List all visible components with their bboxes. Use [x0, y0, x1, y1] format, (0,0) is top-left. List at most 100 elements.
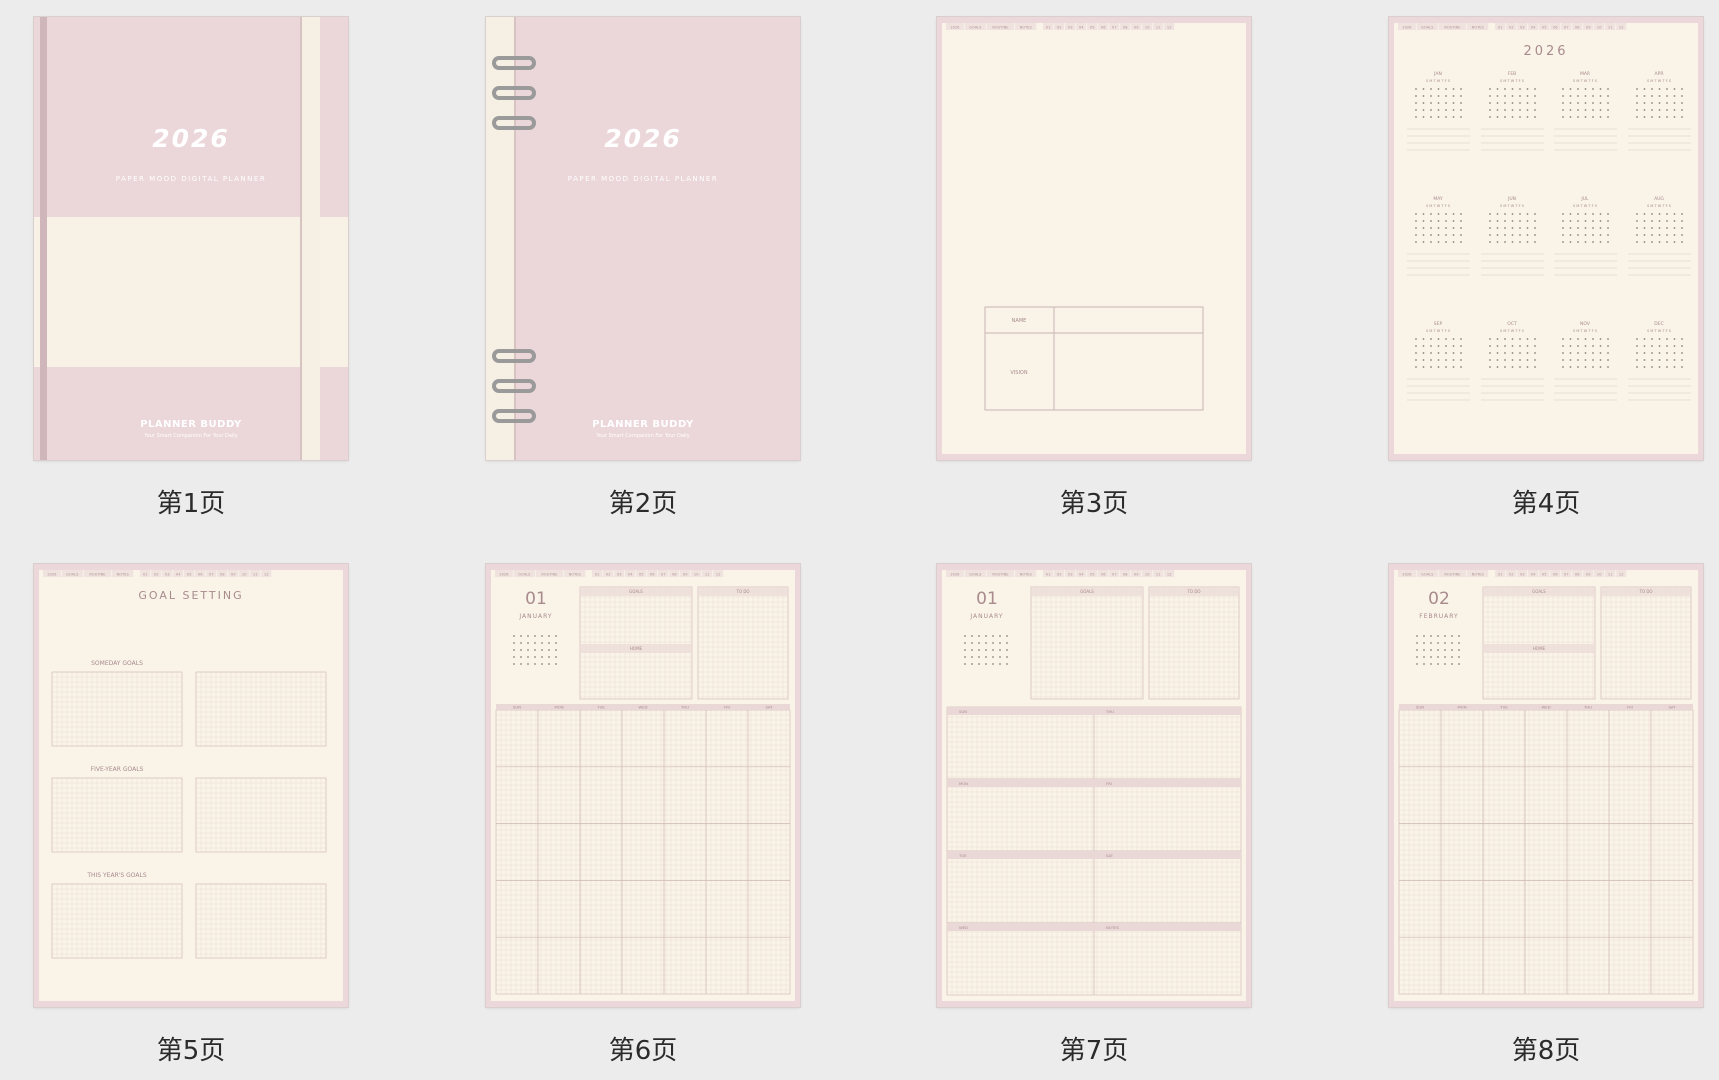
tab-10[interactable]: 10	[1594, 23, 1605, 30]
tab-01[interactable]: 01	[140, 570, 151, 577]
tab-2026[interactable]: 2026	[1398, 570, 1416, 577]
tab-05[interactable]: 05	[1087, 23, 1098, 30]
tab-09[interactable]: 09	[680, 570, 691, 577]
tab-07[interactable]: 07	[1109, 570, 1120, 577]
tab-02[interactable]: 02	[1054, 570, 1065, 577]
tab-10[interactable]: 10	[239, 570, 250, 577]
tab-11[interactable]: 11	[702, 570, 713, 577]
tab-12[interactable]: 12	[1164, 23, 1175, 30]
tab-goals[interactable]: GOALS	[61, 570, 83, 577]
tab-06[interactable]: 06	[1550, 570, 1561, 577]
tab-10[interactable]: 10	[1594, 570, 1605, 577]
tab-08[interactable]: 08	[669, 570, 680, 577]
tab-05[interactable]: 05	[636, 570, 647, 577]
tab-12[interactable]: 12	[713, 570, 724, 577]
tab-01[interactable]: 01	[1043, 570, 1054, 577]
tab-notes[interactable]: NOTES	[564, 570, 586, 577]
tab-11[interactable]: 11	[250, 570, 261, 577]
tab-routine[interactable]: ROUTINE	[986, 570, 1015, 577]
tab-2026[interactable]: 2026	[43, 570, 61, 577]
tab-01[interactable]: 01	[1043, 23, 1054, 30]
tab-notes[interactable]: NOTES	[1467, 23, 1489, 30]
tab-04[interactable]: 04	[1076, 23, 1087, 30]
tab-09[interactable]: 09	[1131, 570, 1142, 577]
tab-10[interactable]: 10	[1142, 570, 1153, 577]
tab-12[interactable]: 12	[261, 570, 272, 577]
tab-05[interactable]: 05	[1539, 23, 1550, 30]
tab-03[interactable]: 03	[1517, 23, 1528, 30]
tab-11[interactable]: 11	[1153, 23, 1164, 30]
tab-goals[interactable]: GOALS	[513, 570, 535, 577]
tab-goals[interactable]: GOALS	[964, 570, 986, 577]
tab-01[interactable]: 01	[592, 570, 603, 577]
tab-06[interactable]: 06	[195, 570, 206, 577]
tab-08[interactable]: 08	[217, 570, 228, 577]
tab-notes[interactable]: NOTES	[112, 570, 134, 577]
month-number: 02	[1428, 589, 1450, 609]
svg-text:12: 12	[264, 573, 269, 577]
tab-03[interactable]: 03	[1065, 570, 1076, 577]
mini-calendar-day	[1416, 635, 1418, 637]
tab-04[interactable]: 04	[1076, 570, 1087, 577]
tab-10[interactable]: 10	[1142, 23, 1153, 30]
tab-06[interactable]: 06	[1098, 23, 1109, 30]
tab-06[interactable]: 06	[647, 570, 658, 577]
tab-08[interactable]: 08	[1120, 23, 1131, 30]
tab-02[interactable]: 02	[1054, 23, 1065, 30]
tab-07[interactable]: 07	[1561, 23, 1572, 30]
tab-07[interactable]: 07	[1109, 23, 1120, 30]
tab-01[interactable]: 01	[1495, 570, 1506, 577]
tab-12[interactable]: 12	[1616, 23, 1627, 30]
tab-05[interactable]: 05	[1087, 570, 1098, 577]
tab-notes[interactable]: NOTES	[1015, 570, 1037, 577]
tab-06[interactable]: 06	[1098, 570, 1109, 577]
tab-03[interactable]: 03	[1517, 570, 1528, 577]
tab-02[interactable]: 02	[1506, 23, 1517, 30]
tab-04[interactable]: 04	[625, 570, 636, 577]
tab-01[interactable]: 01	[1495, 23, 1506, 30]
tab-12[interactable]: 12	[1616, 570, 1627, 577]
tab-09[interactable]: 09	[1583, 570, 1594, 577]
tab-08[interactable]: 08	[1572, 23, 1583, 30]
tab-04[interactable]: 04	[173, 570, 184, 577]
tab-routine[interactable]: ROUTINE	[986, 23, 1015, 30]
tab-11[interactable]: 11	[1605, 23, 1616, 30]
tab-goals[interactable]: GOALS	[1416, 23, 1438, 30]
tab-11[interactable]: 11	[1605, 570, 1616, 577]
tab-notes[interactable]: NOTES	[1015, 23, 1037, 30]
tab-03[interactable]: 03	[162, 570, 173, 577]
tab-notes[interactable]: NOTES	[1467, 570, 1489, 577]
tab-2026[interactable]: 2026	[495, 570, 513, 577]
tab-08[interactable]: 08	[1120, 570, 1131, 577]
tab-03[interactable]: 03	[614, 570, 625, 577]
tab-routine[interactable]: ROUTINE	[1438, 570, 1467, 577]
tab-05[interactable]: 05	[1539, 570, 1550, 577]
tab-04[interactable]: 04	[1528, 570, 1539, 577]
tab-07[interactable]: 07	[1561, 570, 1572, 577]
tab-2026[interactable]: 2026	[946, 23, 964, 30]
tab-11[interactable]: 11	[1153, 570, 1164, 577]
tab-02[interactable]: 02	[603, 570, 614, 577]
tab-routine[interactable]: ROUTINE	[83, 570, 112, 577]
tab-goals[interactable]: GOALS	[1416, 570, 1438, 577]
tab-08[interactable]: 08	[1572, 570, 1583, 577]
tab-2026[interactable]: 2026	[946, 570, 964, 577]
tab-2026[interactable]: 2026	[1398, 23, 1416, 30]
tab-07[interactable]: 07	[206, 570, 217, 577]
tab-07[interactable]: 07	[658, 570, 669, 577]
tab-goals[interactable]: GOALS	[964, 23, 986, 30]
tab-04[interactable]: 04	[1528, 23, 1539, 30]
tab-10[interactable]: 10	[691, 570, 702, 577]
svg-text:GOALS: GOALS	[969, 26, 982, 30]
tab-09[interactable]: 09	[1131, 23, 1142, 30]
tab-06[interactable]: 06	[1550, 23, 1561, 30]
tab-02[interactable]: 02	[1506, 570, 1517, 577]
tab-02[interactable]: 02	[151, 570, 162, 577]
tab-12[interactable]: 12	[1164, 570, 1175, 577]
tab-05[interactable]: 05	[184, 570, 195, 577]
tab-routine[interactable]: ROUTINE	[535, 570, 564, 577]
tab-09[interactable]: 09	[228, 570, 239, 577]
tab-routine[interactable]: ROUTINE	[1438, 23, 1467, 30]
tab-09[interactable]: 09	[1583, 23, 1594, 30]
tab-03[interactable]: 03	[1065, 23, 1076, 30]
